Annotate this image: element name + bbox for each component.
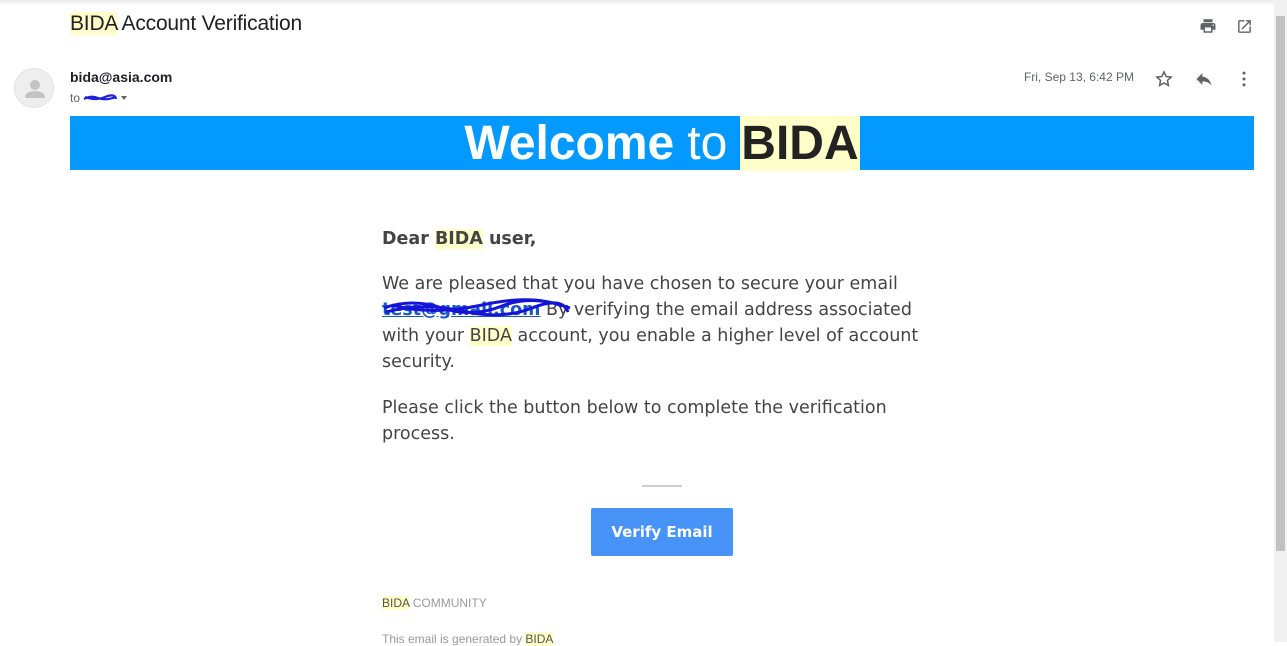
star-icon[interactable] (1152, 67, 1176, 91)
footer-community: BIDA COMMUNITY (382, 596, 487, 610)
recipient-line[interactable]: to (70, 91, 129, 105)
footer-community-text: COMMUNITY (412, 596, 487, 610)
to-label: to (70, 91, 81, 105)
redacted-recipient-scribble (83, 94, 118, 101)
banner-welcome: Welcome (464, 116, 675, 170)
default-avatar-icon (25, 80, 45, 98)
greeting: Dear BIDA user, (382, 226, 922, 252)
subject-text: Account Verification (121, 12, 303, 35)
print-icon[interactable] (1197, 15, 1219, 37)
chevron-down-icon[interactable] (119, 93, 129, 103)
welcome-banner: Welcome to BIDA (70, 115, 1254, 171)
footer-brand-2: BIDA (525, 632, 554, 646)
instruction-paragraph: Please click the button below to complet… (382, 398, 887, 444)
top-border (0, 0, 1275, 5)
greeting-brand: BIDA (434, 229, 483, 249)
greeting-suffix: user, (488, 229, 537, 249)
message-date: Fri, Sep 13, 6:42 PM (1023, 70, 1134, 84)
sender-avatar[interactable] (14, 68, 54, 108)
vertical-scrollbar[interactable] (1274, 0, 1287, 642)
user-email-link[interactable]: test@gmail.com (382, 298, 571, 320)
scrollbar-thumb[interactable] (1276, 16, 1285, 551)
intro-paragraph: We are pleased that you have chosen to s… (382, 271, 922, 375)
banner-to: to (687, 116, 728, 170)
sender-address[interactable]: bida@asia.com (70, 69, 172, 85)
subject-brand: BIDA (70, 12, 118, 35)
more-vert-icon[interactable] (1232, 67, 1256, 91)
open-in-new-window-icon[interactable] (1233, 15, 1255, 37)
greeting-prefix: Dear (382, 229, 429, 249)
footer-generated-text: This email is generated by (382, 632, 523, 646)
banner-brand: BIDA (740, 115, 860, 171)
divider (642, 485, 682, 487)
email-subject: BIDA Account Verification (70, 12, 302, 36)
footer-brand: BIDA (382, 596, 410, 610)
intro-text-a: We are pleased that you have chosen to s… (382, 274, 898, 294)
verify-email-button[interactable]: Verify Email (591, 508, 733, 556)
redaction-scribble (383, 298, 571, 317)
reply-icon[interactable] (1192, 67, 1216, 91)
footer-generated: This email is generated by BIDA (382, 632, 554, 646)
intro-brand: BIDA (469, 326, 512, 346)
